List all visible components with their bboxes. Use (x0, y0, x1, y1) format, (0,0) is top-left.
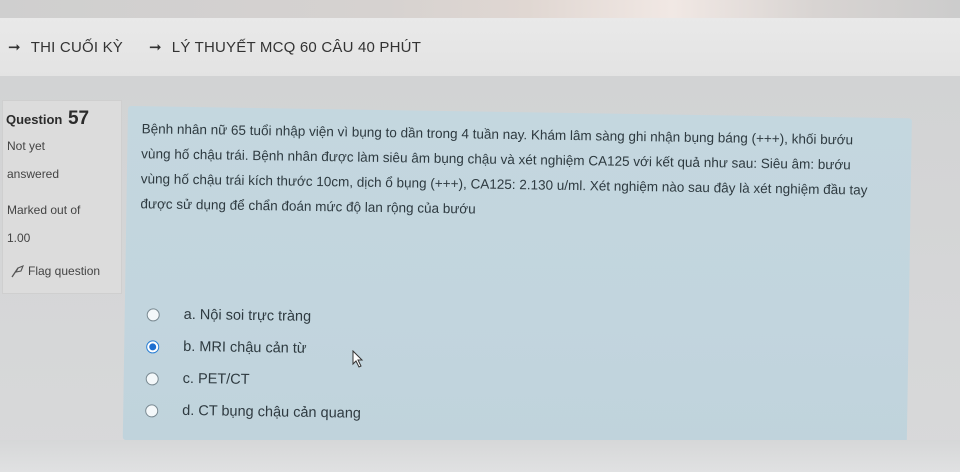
answer-option-c[interactable]: c. PET/CT (145, 362, 361, 397)
flag-question-link[interactable]: Flag question (10, 264, 100, 278)
top-background-strip (0, 0, 960, 20)
flag-question-label: Flag question (28, 264, 101, 278)
breadcrumb-item-quiz[interactable]: ➞ LÝ THUYẾT MCQ 60 CÂU 40 PHÚT (149, 38, 422, 57)
question-status-line2: answered (7, 167, 60, 181)
arrow-right-icon: ➞ (8, 39, 21, 56)
question-number-value: 57 (67, 108, 90, 129)
radio-button-d[interactable] (145, 403, 159, 418)
answer-label-b[interactable]: b. MRI chậu cản từ (183, 339, 307, 357)
question-label: Question (6, 112, 63, 127)
question-status-line1: Not yet (7, 139, 46, 153)
radio-button-c[interactable] (145, 371, 159, 386)
radio-button-a[interactable] (146, 307, 160, 322)
answer-label-a[interactable]: a. Nội soi trực tràng (184, 307, 312, 325)
breadcrumb: ➞ THI CUỐI KỲ ➞ LÝ THUYẾT MCQ 60 CÂU 40 … (0, 18, 960, 76)
mouse-cursor-icon (352, 350, 364, 368)
breadcrumb-label: LÝ THUYẾT MCQ 60 CÂU 40 PHÚT (171, 38, 422, 56)
answer-label-d[interactable]: d. CT bụng chậu cản quang (182, 403, 361, 422)
answer-option-b[interactable]: b. MRI chậu cản từ (146, 330, 362, 365)
breadcrumb-label: THI CUỐI KỲ (30, 38, 123, 56)
answer-option-d[interactable]: d. CT bụng chậu cản quang (145, 394, 361, 429)
arrow-right-icon: ➞ (149, 39, 162, 56)
radio-button-b[interactable] (146, 339, 160, 354)
marked-out-of-label: Marked out of (7, 203, 81, 217)
answer-label-c[interactable]: c. PET/CT (183, 371, 250, 388)
question-number: Question 57 (6, 108, 89, 130)
answer-list: a. Nội soi trực tràng b. MRI chậu cản từ… (145, 298, 363, 429)
question-text: Bệnh nhân nữ 65 tuổi nhập viện vì bụng t… (140, 121, 868, 217)
bottom-background (0, 440, 960, 472)
answer-option-a[interactable]: a. Nội soi trực tràng (146, 298, 362, 333)
question-box: Bệnh nhân nữ 65 tuổi nhập viện vì bụng t… (122, 106, 912, 453)
breadcrumb-item-exam[interactable]: ➞ THI CUỐI KỲ (8, 38, 123, 57)
marked-out-of-value: 1.00 (7, 231, 31, 245)
flag-icon (11, 265, 24, 278)
